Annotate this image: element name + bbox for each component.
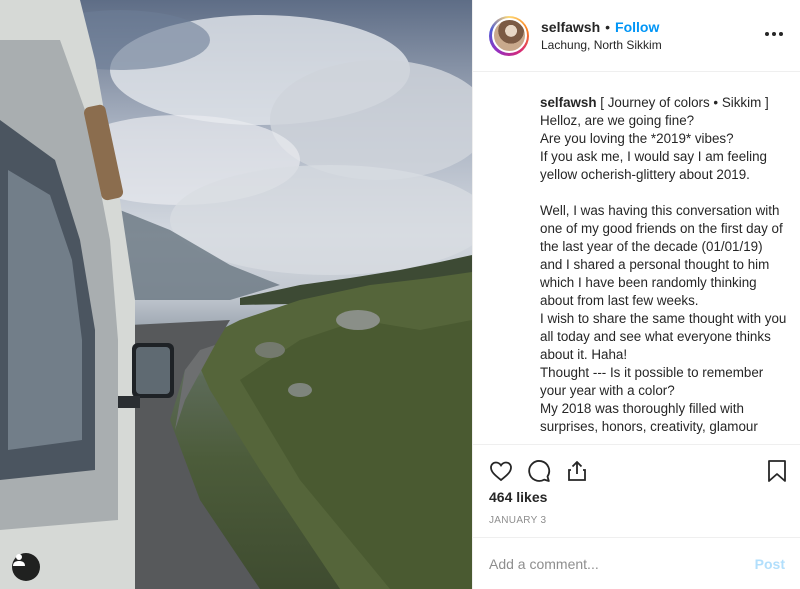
comment-icon[interactable]	[527, 459, 551, 483]
comment-input[interactable]	[489, 555, 755, 572]
username-link[interactable]: selfawsh	[541, 19, 600, 35]
header-text: selfawsh • Follow Lachung, North Sikkim	[541, 19, 764, 52]
caption-username[interactable]: selfawsh	[540, 95, 597, 110]
more-icon[interactable]	[764, 26, 784, 45]
photo-scene	[0, 0, 472, 589]
caption-text: [ Journey of colors • Sikkim ] Helloz, a…	[540, 95, 787, 434]
bookmark-icon[interactable]	[766, 459, 788, 483]
caption-scroll-area[interactable]: selfawsh [ Journey of colors • Sikkim ] …	[473, 72, 800, 444]
action-icons	[489, 458, 788, 484]
person-icon	[13, 554, 25, 566]
header-line: selfawsh • Follow	[541, 19, 764, 35]
avatar[interactable]	[491, 18, 527, 53]
caption: selfawsh [ Journey of colors • Sikkim ] …	[540, 94, 788, 436]
heart-icon[interactable]	[489, 459, 513, 483]
share-icon[interactable]	[565, 459, 589, 483]
separator-dot: •	[605, 19, 611, 35]
location-link[interactable]: Lachung, North Sikkim	[541, 38, 764, 52]
post-button[interactable]: Post	[755, 556, 785, 572]
tagged-user-icon[interactable]	[12, 553, 40, 581]
post-photo[interactable]	[0, 0, 472, 589]
post-header: selfawsh • Follow Lachung, North Sikkim	[473, 0, 800, 72]
post-date[interactable]: JANUARY 3	[489, 515, 546, 526]
comment-bar: Post	[473, 537, 800, 589]
follow-button[interactable]: Follow	[615, 19, 659, 35]
likes-count[interactable]: 464 likes	[489, 489, 547, 505]
story-ring[interactable]	[489, 15, 529, 56]
post-side-panel: selfawsh • Follow Lachung, North Sikkim …	[472, 0, 800, 589]
